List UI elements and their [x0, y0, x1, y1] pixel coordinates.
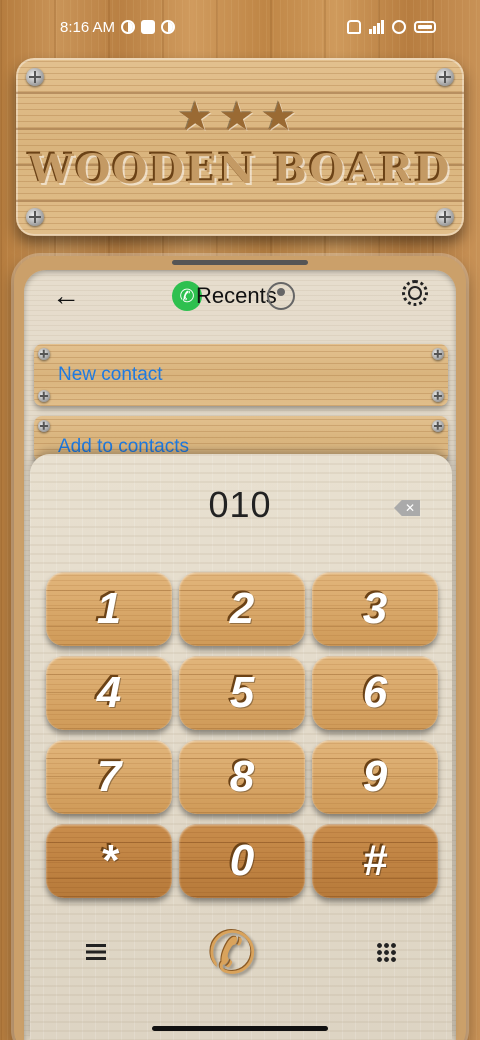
stars-icon: ★★★: [177, 95, 303, 139]
settings-gear-icon[interactable]: [402, 280, 428, 306]
signal-icon: [369, 20, 384, 34]
screw-icon: [436, 68, 454, 86]
toolbar: ← ✆ Recents: [24, 276, 456, 316]
call-button[interactable]: ✆: [208, 924, 257, 984]
key-3[interactable]: 3: [312, 572, 438, 646]
dialed-number: 010: [208, 484, 272, 525]
clock: 8:16 AM: [60, 18, 116, 36]
screw-icon: [38, 390, 50, 402]
key-8[interactable]: 8: [179, 740, 305, 814]
sync-icon: [161, 20, 176, 34]
notification-icon: [121, 20, 136, 34]
screw-icon: [38, 348, 50, 360]
app-notification-icon: [141, 20, 156, 34]
screw-icon: [432, 348, 444, 360]
key-7[interactable]: 7: [46, 740, 172, 814]
screw-icon: [432, 420, 444, 432]
contacts-icon[interactable]: [266, 282, 295, 310]
key-1[interactable]: 1: [46, 572, 172, 646]
status-bar: 8:16 AM: [0, 0, 480, 54]
home-indicator[interactable]: [152, 1026, 328, 1031]
screw-icon: [26, 208, 44, 226]
menu-icon[interactable]: [86, 944, 106, 960]
screw-icon: [432, 390, 444, 402]
wifi-icon: [392, 20, 406, 34]
key-6[interactable]: 6: [312, 656, 438, 730]
tab-bar: ✆ Recents: [172, 278, 295, 314]
back-arrow-icon[interactable]: ←: [52, 282, 80, 310]
tab-recents[interactable]: Recents: [196, 283, 277, 309]
key-0[interactable]: 0: [179, 824, 305, 898]
key-star[interactable]: *: [46, 824, 172, 898]
battery-icon: [414, 21, 436, 33]
new-contact-button[interactable]: New contact: [34, 344, 448, 406]
key-5[interactable]: 5: [179, 656, 305, 730]
dialer-bottom-bar: ✆: [30, 920, 450, 990]
new-contact-label: New contact: [58, 364, 163, 385]
wooden-sign-header: ★★★ WOODEN BOARD: [16, 58, 464, 236]
dialpad-icon[interactable]: [376, 942, 396, 964]
key-9[interactable]: 9: [312, 740, 438, 814]
key-2[interactable]: 2: [179, 572, 305, 646]
key-hash[interactable]: #: [312, 824, 438, 898]
screw-icon: [26, 68, 44, 86]
sign-title: WOODEN BOARD: [28, 146, 452, 193]
key-4[interactable]: 4: [46, 656, 172, 730]
screw-icon: [436, 208, 454, 226]
panel-handle[interactable]: [172, 260, 308, 265]
sim-icon: [347, 20, 361, 34]
screw-icon: [38, 420, 50, 432]
